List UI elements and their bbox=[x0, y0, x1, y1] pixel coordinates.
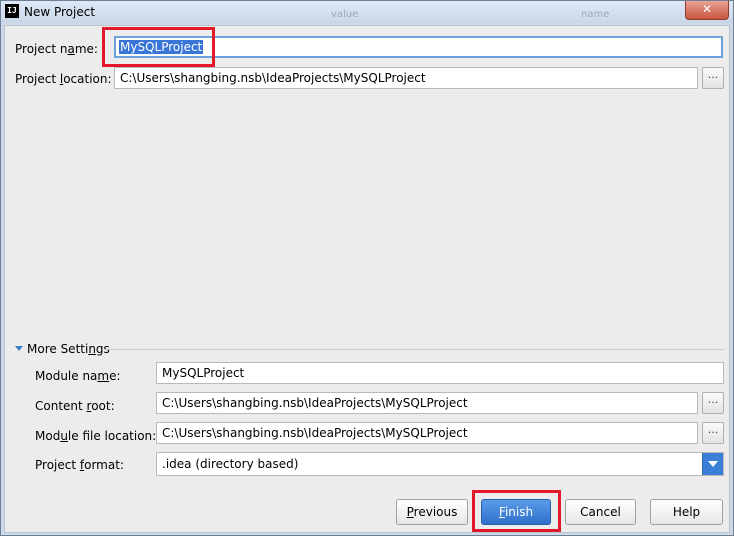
content-root-browse-button[interactable]: ... bbox=[702, 392, 724, 414]
content-root-label: Content root: bbox=[35, 399, 115, 413]
new-project-dialog: IJ New Project value name ✕ Project name… bbox=[0, 0, 734, 536]
close-icon: ✕ bbox=[701, 2, 713, 16]
intellij-app-icon: IJ bbox=[5, 4, 19, 18]
module-file-location-browse-button[interactable]: ... bbox=[702, 422, 724, 444]
more-settings-divider bbox=[105, 349, 725, 350]
module-file-location-label: Module file location: bbox=[35, 429, 157, 443]
background-window-text: value bbox=[331, 9, 359, 20]
previous-button[interactable]: Previous bbox=[396, 499, 468, 525]
project-format-label: Project format: bbox=[35, 458, 124, 472]
project-format-value: .idea (directory based) bbox=[162, 457, 299, 471]
content-root-input[interactable]: C:\Users\shangbing.nsb\IdeaProjects\MySQ… bbox=[156, 392, 698, 414]
module-name-label: Module name: bbox=[35, 369, 121, 383]
collapse-triangle-icon[interactable] bbox=[15, 346, 23, 351]
module-file-location-input[interactable]: C:\Users\shangbing.nsb\IdeaProjects\MySQ… bbox=[156, 422, 698, 444]
project-location-browse-button[interactable]: ... bbox=[702, 67, 724, 89]
module-name-input[interactable]: MySQLProject bbox=[156, 362, 724, 384]
window-title: New Project bbox=[24, 5, 96, 19]
cancel-button[interactable]: Cancel bbox=[565, 499, 636, 525]
finish-highlight-box bbox=[472, 490, 561, 532]
title-bar: IJ New Project value name ✕ bbox=[1, 1, 733, 23]
more-settings-toggle[interactable]: More Settings bbox=[27, 342, 110, 356]
project-location-input[interactable]: C:\Users\shangbing.nsb\IdeaProjects\MySQ… bbox=[114, 67, 698, 89]
close-button[interactable]: ✕ bbox=[685, 1, 729, 20]
project-name-label: Project name: bbox=[15, 42, 98, 56]
project-location-label: Project location: bbox=[15, 72, 112, 86]
help-button[interactable]: Help bbox=[650, 499, 723, 525]
chevron-down-icon[interactable] bbox=[702, 453, 723, 475]
project-name-highlight-box bbox=[102, 27, 215, 67]
project-format-select[interactable]: .idea (directory based) bbox=[156, 452, 724, 476]
background-window-text: name bbox=[581, 9, 610, 20]
dialog-content: Project name: MySQLProject Project locat… bbox=[4, 25, 730, 533]
